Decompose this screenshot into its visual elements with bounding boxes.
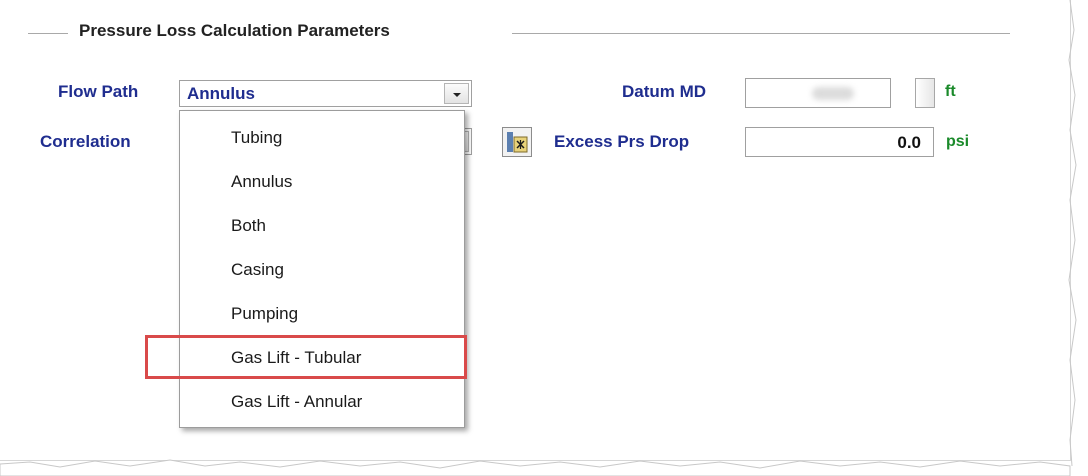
flow-path-combobox[interactable]: Annulus [179,80,472,107]
datum-md-spinner[interactable] [915,78,935,108]
highlight-box [145,335,467,379]
option-pumping[interactable]: Pumping [231,304,298,324]
group-line-left [28,33,68,34]
datum-md-input[interactable] [745,78,891,108]
option-gas-lift-annular[interactable]: Gas Lift - Annular [231,392,362,412]
flow-path-label: Flow Path [58,82,139,101]
option-annulus[interactable]: Annulus [231,172,292,192]
option-casing[interactable]: Casing [231,260,284,280]
flow-path-dropdown-list: Tubing Annulus Both Casing Pumping Gas L… [179,110,465,428]
datum-md-label: Datum MD [622,82,707,101]
group-line-right [512,33,1010,34]
group-title: Pressure Loss Calculation Parameters [75,21,394,41]
excess-prs-drop-value: 0.0 [897,133,921,152]
flow-path-dropdown-button[interactable] [444,83,469,104]
chevron-down-icon [453,93,461,97]
correlation-label: Correlation [40,132,131,151]
excess-prs-drop-label: Excess Prs Drop [554,132,690,151]
calculator-glyph [507,132,528,153]
torn-edge-decoration [0,0,1077,476]
parameters-panel: Pressure Loss Calculation Parameters Flo… [0,0,1077,476]
flow-path-value: Annulus [187,84,255,103]
datum-md-unit: ft [945,83,956,100]
calculator-icon[interactable] [502,127,532,157]
excess-prs-drop-input[interactable]: 0.0 [745,127,934,157]
excess-prs-drop-unit: psi [946,133,970,150]
option-tubing[interactable]: Tubing [231,128,282,148]
option-both[interactable]: Both [231,216,266,236]
blurred-value [812,87,854,100]
